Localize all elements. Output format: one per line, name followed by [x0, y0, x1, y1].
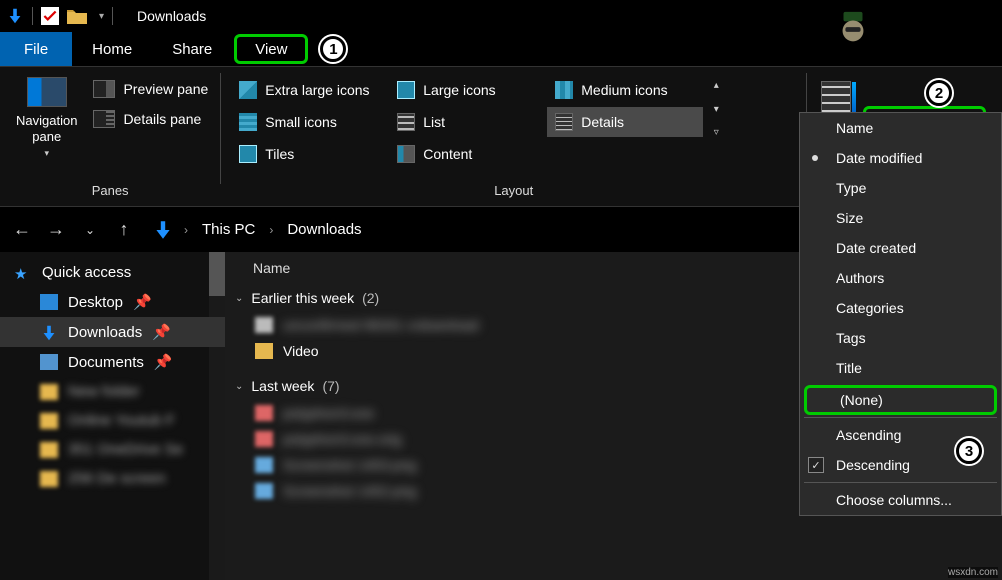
chevron-down-icon: ⌄	[235, 381, 243, 392]
download-icon	[152, 219, 174, 241]
watermark: wsxdn.com	[948, 567, 998, 578]
tiles-icon	[239, 145, 257, 163]
sidebar-item[interactable]: New folder	[0, 377, 225, 406]
file-icon	[255, 457, 273, 473]
address-bar[interactable]: › This PC › Downloads	[144, 217, 366, 242]
breadcrumb-this-pc[interactable]: This PC	[198, 217, 259, 242]
preview-pane-button[interactable]: Preview pane	[87, 77, 214, 101]
file-icon	[255, 431, 273, 447]
history-dropdown[interactable]: ⌄	[76, 216, 104, 244]
file-icon	[255, 405, 273, 421]
star-icon: ★	[14, 265, 32, 281]
layout-expand[interactable]: ▿	[709, 124, 723, 141]
folder-icon[interactable]	[67, 8, 87, 24]
documents-icon	[40, 354, 58, 370]
qat-dropdown-icon[interactable]: ▾	[95, 11, 104, 22]
menu-size[interactable]: Size	[800, 203, 1001, 233]
sidebar-documents[interactable]: Documents📌	[0, 347, 225, 377]
layout-scroll-down[interactable]: ▾	[709, 101, 723, 118]
layout-large[interactable]: Large icons	[389, 75, 545, 105]
menu-categories[interactable]: Categories	[800, 293, 1001, 323]
folder-icon	[255, 343, 273, 359]
radio-checked-icon	[812, 155, 818, 161]
menu-date-modified[interactable]: Date modified	[800, 143, 1001, 173]
folder-icon	[40, 471, 58, 487]
menu-date-created[interactable]: Date created	[800, 233, 1001, 263]
folder-icon	[40, 413, 58, 429]
layout-scroll-up[interactable]: ▴	[709, 77, 723, 94]
avatar-mascot	[834, 10, 872, 48]
forward-button[interactable]: →	[42, 216, 70, 244]
group-label-layout: Layout	[227, 181, 800, 204]
sidebar-item[interactable]: 256 De screen	[0, 464, 225, 493]
file-icon	[255, 317, 273, 333]
layout-details[interactable]: Details	[547, 107, 703, 137]
sort-icon	[821, 81, 851, 113]
menu-authors[interactable]: Authors	[800, 263, 1001, 293]
menu-none[interactable]: (None)	[804, 385, 997, 415]
annotation-badge-3: 3	[956, 438, 982, 464]
sidebar-quick-access[interactable]: ★Quick access	[0, 258, 225, 287]
ribbon-group-panes: Navigation pane ▾ Preview pane Details p…	[0, 67, 220, 206]
small-icon	[239, 113, 257, 131]
layout-medium[interactable]: Medium icons	[547, 75, 703, 105]
large-icon	[397, 81, 415, 99]
navigation-pane-button[interactable]: Navigation pane ▾	[6, 71, 87, 167]
details-pane-button[interactable]: Details pane	[87, 107, 214, 131]
download-icon	[6, 7, 24, 25]
window-title: Downloads	[121, 8, 206, 24]
menu-name[interactable]: Name	[800, 113, 1001, 143]
sidebar-downloads[interactable]: Downloads📌	[0, 317, 225, 347]
content-icon	[397, 145, 415, 163]
ribbon-group-layout: Extra large icons Large icons Medium ico…	[221, 67, 806, 206]
layout-scroll: ▴ ▾ ▿	[707, 71, 725, 169]
tab-view[interactable]: View	[234, 34, 308, 64]
pin-icon: 📌	[154, 353, 173, 371]
details-icon	[555, 113, 573, 131]
annotation-badge-2: 2	[926, 80, 952, 106]
breadcrumb-downloads[interactable]: Downloads	[283, 217, 365, 242]
pin-icon: 📌	[133, 293, 152, 311]
menu-type[interactable]: Type	[800, 173, 1001, 203]
layout-small[interactable]: Small icons	[231, 107, 387, 137]
medium-icon	[555, 81, 573, 99]
extra-large-icon	[239, 81, 257, 99]
group-label-panes: Panes	[6, 181, 214, 204]
desktop-icon	[40, 294, 58, 310]
preview-pane-icon	[93, 80, 115, 98]
file-icon	[255, 483, 273, 499]
navigation-pane-icon	[27, 77, 67, 107]
chevron-down-icon: ⌄	[235, 293, 243, 304]
separator	[112, 7, 113, 25]
task-check-icon[interactable]	[41, 7, 59, 25]
chevron-right-icon[interactable]: ›	[267, 223, 275, 237]
menu-tags[interactable]: Tags	[800, 323, 1001, 353]
sidebar-item[interactable]: 351 OneDrive Se	[0, 435, 225, 464]
annotation-badge-1: 1	[320, 36, 346, 62]
tab-share[interactable]: Share	[152, 32, 232, 66]
tab-file[interactable]: File	[0, 32, 72, 66]
folder-icon	[40, 442, 58, 458]
download-icon	[40, 324, 58, 340]
layout-tiles[interactable]: Tiles	[231, 139, 387, 169]
sidebar-item[interactable]: Online Youtub F	[0, 406, 225, 435]
menu-title[interactable]: Title	[800, 353, 1001, 383]
list-icon	[397, 113, 415, 131]
up-button[interactable]: ↑	[110, 216, 138, 244]
folder-icon	[40, 384, 58, 400]
layout-content[interactable]: Content	[389, 139, 545, 169]
tab-home[interactable]: Home	[72, 32, 152, 66]
sidebar: ★Quick access Desktop📌 Downloads📌 Docume…	[0, 252, 225, 580]
checkmark-icon: ✓	[808, 457, 824, 473]
back-button[interactable]: ←	[8, 216, 36, 244]
separator	[32, 7, 33, 25]
pin-icon: 📌	[152, 323, 171, 341]
layout-list[interactable]: List	[389, 107, 545, 137]
layout-extra-large[interactable]: Extra large icons	[231, 75, 387, 105]
menu-choose-columns[interactable]: Choose columns...	[800, 485, 1001, 515]
sidebar-desktop[interactable]: Desktop📌	[0, 287, 225, 317]
chevron-right-icon[interactable]: ›	[182, 223, 190, 237]
details-pane-icon	[93, 110, 115, 128]
